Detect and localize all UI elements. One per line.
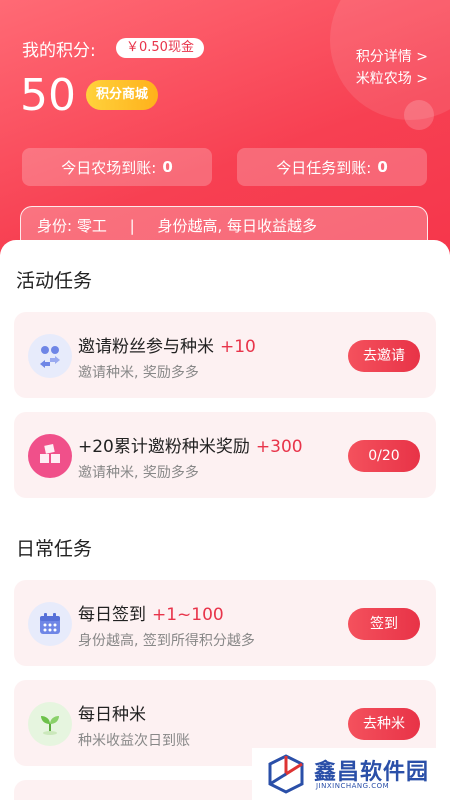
activity-section-title: 活动任务 [16,270,93,292]
task-card-invite: 邀请粉丝参与种米 +10 邀请种米, 奖励多多 去邀请 [14,312,436,398]
task-desc: 身份越高, 签到所得积分越多 [78,633,255,649]
invite-progress-button[interactable]: 0/20 [348,440,420,472]
calendar-icon [28,602,72,646]
task-desc: 邀请种米, 奖励多多 [78,365,199,381]
points-mall-button[interactable]: 积分商城 [86,80,159,110]
task-title: 每日签到 +1~100 [78,600,224,625]
today-farm-stat: 今日农场到账: 0 [22,148,212,186]
task-title-text: +20累计邀粉种米奖励 [78,437,250,457]
task-desc: 邀请种米, 奖励多多 [78,465,199,481]
decor-dot [404,100,434,130]
points-value: 50 [20,70,76,121]
task-card-invite-reward: +20累计邀粉种米奖励 +300 邀请种米, 奖励多多 0/20 [14,412,436,498]
today-task-label: 今日任务到账: [276,158,372,177]
identity-separator: | [129,217,135,235]
today-farm-value: 0 [162,158,173,176]
task-title-text: 每日种米 [78,705,146,725]
today-task-value: 0 [377,158,388,176]
sprout-icon [28,702,72,746]
checkin-button[interactable]: 签到 [348,608,420,640]
gift-box-icon [28,434,72,478]
task-title-text: 邀请粉丝参与种米 [78,337,214,357]
plant-rice-button[interactable]: 去种米 [348,708,420,740]
task-title: 邀请粉丝参与种米 +10 [78,332,256,357]
today-farm-label: 今日农场到账: [61,158,157,177]
task-bonus: +10 [220,337,256,357]
watermark: 鑫昌软件园 JINXINCHANG.COM [252,748,450,800]
watermark-subtext: JINXINCHANG.COM [316,782,390,790]
points-detail-link[interactable]: 积分详情 > [356,46,428,66]
watermark-logo-icon [268,754,304,794]
cash-badge: ￥0.50现金 [116,38,204,58]
identity-text: 身份: 零工 [37,217,107,235]
task-card-checkin: 每日签到 +1~100 身份越高, 签到所得积分越多 签到 [14,580,436,666]
invite-button[interactable]: 去邀请 [348,340,420,372]
task-desc: 种米收益次日到账 [78,733,190,749]
today-task-stat: 今日任务到账: 0 [237,148,427,186]
task-content-panel: 活动任务 邀请粉丝参与种米 +10 邀请种米, 奖励多多 去邀请 +20累计邀粉… [0,240,450,800]
invite-users-icon [28,334,72,378]
task-title: +20累计邀粉种米奖励 +300 [78,432,303,457]
daily-section-title: 日常任务 [16,538,93,560]
rice-farm-link[interactable]: 米粒农场 > [356,68,428,88]
task-title-text: 每日签到 [78,605,146,625]
identity-hint: 身份越高, 每日收益越多 [157,217,317,235]
task-bonus: +1~100 [152,605,224,625]
points-label: 我的积分: [22,41,96,61]
task-title: 每日种米 [78,700,152,725]
task-bonus: +300 [255,437,303,457]
